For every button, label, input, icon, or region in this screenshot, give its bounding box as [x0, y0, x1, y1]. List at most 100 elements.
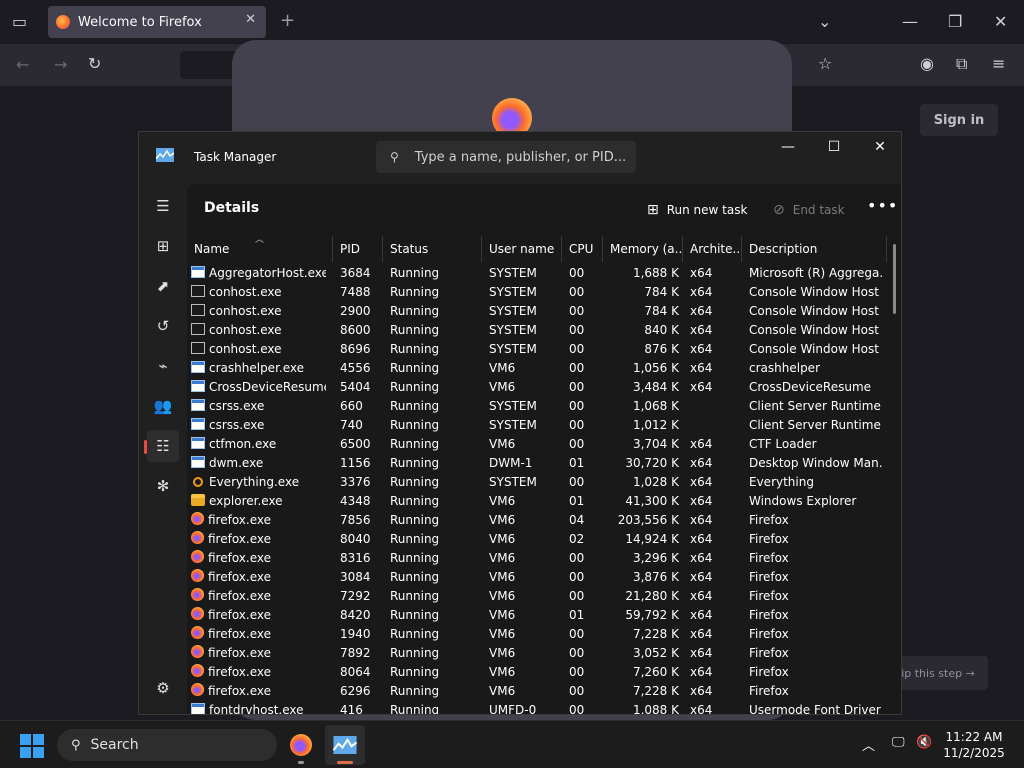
end-task-button[interactable]: ⊘ End task	[773, 198, 845, 222]
services-icon[interactable]: ✻	[147, 470, 179, 502]
column-header[interactable]: User name	[482, 236, 562, 262]
show-hidden-icons-icon[interactable]: ︿	[862, 735, 875, 754]
cell-user: SYSTEM	[489, 285, 537, 299]
table-row[interactable]: firefox.exe 7292 Running VM6 00 21,280 K x64 Fi…	[187, 587, 887, 606]
cell-pid: 8600	[340, 323, 371, 337]
restore-icon[interactable]: ❐	[948, 12, 962, 31]
table-row[interactable]: firefox.exe 6296 Running VM6 00 7,228 K x64 Fir…	[187, 682, 887, 701]
cell-status: Running	[390, 684, 440, 698]
cell-cpu: 00	[569, 437, 585, 451]
cell-name: firefox.exe	[191, 549, 326, 568]
taskbar-firefox[interactable]	[281, 725, 321, 765]
close-button[interactable]: ✕	[857, 132, 901, 162]
firefox-tab[interactable]: Welcome to Firefox ✕	[48, 6, 266, 38]
end-task-icon: ⊘	[773, 202, 785, 218]
list-all-tabs-icon[interactable]: ▭	[12, 12, 27, 31]
cell-status: Running	[390, 513, 440, 527]
cell-pid: 660	[340, 399, 363, 413]
table-row[interactable]: csrss.exe 740 Running SYSTEM 00 1,012 K Client…	[187, 416, 887, 435]
processes-icon[interactable]: ⊞	[147, 230, 179, 262]
table-row[interactable]: conhost.exe 2900 Running SYSTEM 00 784 K x64 Co…	[187, 302, 887, 321]
table-row[interactable]: dwm.exe 1156 Running DWM-1 01 30,720 K x64 Desk…	[187, 454, 887, 473]
minimize-button[interactable]: —	[765, 132, 811, 162]
cell-arch: x64	[690, 570, 713, 584]
new-tab-icon[interactable]: +	[280, 10, 295, 31]
forward-icon[interactable]: →	[54, 55, 67, 74]
cell-mem: 30,720 K	[625, 456, 679, 470]
table-row[interactable]: crashhelper.exe 4556 Running VM6 00 1,056 K x6…	[187, 359, 887, 378]
table-row[interactable]: firefox.exe 7892 Running VM6 00 3,052 K x64 Fir…	[187, 644, 887, 663]
column-header[interactable]: Memory (a...	[603, 236, 683, 262]
table-row[interactable]: firefox.exe 7856 Running VM6 04 203,556 K x64 F…	[187, 511, 887, 530]
start-button[interactable]	[20, 734, 44, 758]
table-row[interactable]: csrss.exe 660 Running SYSTEM 00 1,068 K Client…	[187, 397, 887, 416]
menu-icon[interactable]: ≡	[992, 54, 1005, 73]
cell-user: SYSTEM	[489, 266, 537, 280]
table-row[interactable]: Everything.exe 3376 Running SYSTEM 00 1,028 K…	[187, 473, 887, 492]
cell-pid: 4348	[340, 494, 371, 508]
column-header[interactable]: Archite...	[683, 236, 742, 262]
vertical-scrollbar[interactable]	[893, 244, 896, 314]
network-icon[interactable]: 🖵	[892, 735, 905, 750]
back-icon[interactable]: ←	[16, 55, 29, 74]
close-window-icon[interactable]: ✕	[994, 12, 1007, 31]
cell-pid: 5404	[340, 380, 371, 394]
cell-pid: 8040	[340, 532, 371, 546]
details-icon[interactable]: ☷	[144, 430, 179, 462]
process-name: firefox.exe	[208, 665, 272, 679]
table-row[interactable]: explorer.exe 4348 Running VM6 01 41,300 K x64 W…	[187, 492, 887, 511]
table-row[interactable]: AggregatorHost.exe 3684 Running SYSTEM 00 1,6…	[187, 264, 887, 283]
table-row[interactable]: fontdrvhost.exe 416 Running UMFD-0 00 1,088 K…	[187, 701, 887, 714]
cell-user: VM6	[489, 608, 516, 622]
table-row[interactable]: firefox.exe 8316 Running VM6 00 3,296 K x64 Fir…	[187, 549, 887, 568]
volume-muted-icon[interactable]: 🔇	[916, 735, 932, 750]
system-clock[interactable]: 11:22 AM 11/2/2025	[932, 729, 1016, 761]
cell-mem: 784 K	[644, 304, 679, 318]
column-header[interactable]: PID	[333, 236, 383, 262]
extensions-icon[interactable]: ⧉	[956, 54, 967, 74]
run-new-task-button[interactable]: ⊞ Run new task	[647, 198, 747, 222]
cell-user: VM6	[489, 380, 516, 394]
table-row[interactable]: firefox.exe 3084 Running VM6 00 3,876 K x64 Fir…	[187, 568, 887, 587]
cell-mem: 1,688 K	[632, 266, 679, 280]
table-row[interactable]: CrossDeviceResume.... 5404 Running VM6 00 3,4…	[187, 378, 887, 397]
more-options-icon[interactable]: •••	[867, 196, 898, 215]
cell-user: VM6	[489, 437, 516, 451]
taskbar-search[interactable]: ⚲ Search	[57, 729, 277, 761]
cell-cpu: 00	[569, 304, 585, 318]
table-row[interactable]: firefox.exe 1940 Running VM6 00 7,228 K x64 Fir…	[187, 625, 887, 644]
table-row[interactable]: firefox.exe 8040 Running VM6 02 14,924 K x64 Fi…	[187, 530, 887, 549]
table-row[interactable]: ctfmon.exe 6500 Running VM6 00 3,704 K x64 CTF …	[187, 435, 887, 454]
hamburger-menu-icon[interactable]: ☰	[147, 190, 179, 222]
column-header[interactable]: CPU	[562, 236, 603, 262]
maximize-button[interactable]: ☐	[811, 132, 857, 162]
cell-pid: 3684	[340, 266, 371, 280]
skip-step-button[interactable]: ip this step →	[888, 656, 988, 690]
minimize-icon[interactable]: —	[902, 12, 918, 31]
startup-apps-icon[interactable]: ⌁	[147, 350, 179, 382]
account-icon[interactable]: ◉	[920, 54, 934, 73]
reload-icon[interactable]: ↻	[88, 54, 101, 73]
cell-pid: 1940	[340, 627, 371, 641]
performance-icon[interactable]: ⬈	[147, 270, 179, 302]
table-row[interactable]: conhost.exe 7488 Running SYSTEM 00 784 K x64 Co…	[187, 283, 887, 302]
table-row[interactable]: conhost.exe 8600 Running SYSTEM 00 840 K x64 Co…	[187, 321, 887, 340]
sign-in-button[interactable]: Sign in	[920, 104, 998, 136]
users-icon[interactable]: 👥	[147, 390, 179, 422]
taskbar-task-manager[interactable]	[325, 725, 365, 765]
cell-arch: x64	[690, 513, 713, 527]
cell-arch: x64	[690, 494, 713, 508]
column-header[interactable]: Description	[742, 236, 887, 262]
task-manager-titlebar[interactable]: Task Manager ⚲ Type a name, publisher, o…	[139, 132, 901, 184]
settings-gear-icon[interactable]: ⚙	[147, 672, 179, 704]
search-placeholder: Type a name, publisher, or PID...	[414, 149, 627, 165]
bookmark-star-icon[interactable]: ☆	[818, 54, 832, 73]
close-tab-icon[interactable]: ✕	[245, 12, 256, 27]
table-row[interactable]: conhost.exe 8696 Running SYSTEM 00 876 K x64 Co…	[187, 340, 887, 359]
app-history-icon[interactable]: ↺	[147, 310, 179, 342]
chevron-down-icon[interactable]: ⌄	[818, 12, 831, 31]
table-row[interactable]: firefox.exe 8064 Running VM6 00 7,260 K x64 Fir…	[187, 663, 887, 682]
search-input[interactable]: ⚲ Type a name, publisher, or PID...	[376, 141, 636, 173]
column-header[interactable]: Status	[383, 236, 482, 262]
table-row[interactable]: firefox.exe 8420 Running VM6 01 59,792 K x64 Fi…	[187, 606, 887, 625]
